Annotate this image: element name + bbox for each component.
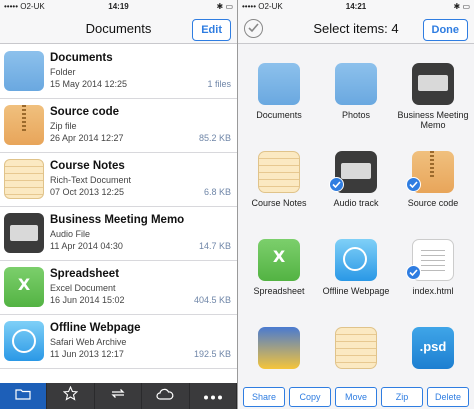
item-name: Business Meeting Memo [50,214,185,226]
folder-icon [258,63,300,105]
item-type: Audio File [50,229,91,239]
grid-item[interactable]: Documents [241,58,317,138]
item-date: 15 May 2014 12:25 [50,79,128,89]
item-type: Folder [50,67,76,77]
grid-item[interactable]: X Spreadsheet [241,234,317,314]
safari-icon [335,239,377,281]
audio-icon [412,63,454,105]
list-item[interactable]: Source code Zip file 26 Apr 2014 12:27 8… [0,99,237,153]
audio-icon [4,213,44,253]
item-type: Rich-Text Document [50,175,132,185]
item-size: 6.8 KB [203,187,231,197]
selected-checkmark-icon [406,265,421,280]
copy-button[interactable]: Copy [289,387,331,407]
share-button[interactable]: Share [243,387,285,407]
grid-item[interactable]: Course Notes [241,146,317,226]
status-bar: ••••• O2-UK 14:19 ✱ ▭ [0,0,237,14]
item-date: 11 Jun 2013 12:17 [50,349,124,359]
item-label: Offline Webpage [322,286,390,296]
item-name: Source code [50,106,120,118]
item-size: 85.2 KB [198,133,231,143]
grid-item[interactable]: index.html [395,234,471,314]
list-item[interactable]: Offline Webpage Safari Web Archive 11 Ju… [0,315,237,369]
item-size: 404.5 KB [193,295,231,305]
folder-icon [335,63,377,105]
item-date: 16 Jun 2014 15:02 [50,295,125,305]
zip-button[interactable]: Zip [381,387,423,407]
cloud-icon [156,387,174,405]
move-button[interactable]: Move [335,387,377,407]
navigation-bar: Documents Edit [0,14,237,44]
item-label: Course Notes [251,198,307,208]
star-icon [62,385,79,406]
item-date: 26 Apr 2014 12:27 [50,133,124,143]
more-icon [203,387,223,405]
documents-list-screen: ••••• O2-UK 14:19 ✱ ▭ Documents Edit Doc… [0,0,237,409]
done-button[interactable]: Done [422,19,468,41]
spreadsheet-icon: X [258,239,300,281]
navigation-bar: Select items: 4 Done [238,14,474,44]
grid-item[interactable]: Business Meeting Memo [395,58,471,138]
item-size: 192.5 KB [193,349,231,359]
list-item[interactable]: X Spreadsheet Excel Document 16 Jun 2014… [0,261,237,315]
psd-label: .psd [419,339,447,354]
item-name: Spreadsheet [50,268,120,280]
tab-sync[interactable] [95,383,143,409]
list-item[interactable]: Documents Folder 15 May 2014 12:25 1 fil… [0,45,237,99]
action-bar: Share Copy Move Zip Delete [238,387,474,409]
item-date: 07 Oct 2013 12:25 [50,187,125,197]
zip-icon [4,105,44,145]
item-label: Audio track [333,198,379,208]
item-size: 14.7 KB [198,241,231,251]
grid-item[interactable]: Source code [395,146,471,226]
photo-icon [258,327,300,369]
status-bar: ••••• O2-UK 14:21 ✱ ▭ [238,0,474,14]
item-name: Course Notes [50,160,125,172]
folder-icon [4,51,44,91]
item-name: Offline Webpage [50,322,141,334]
item-label: Documents [256,110,302,120]
item-type: Safari Web Archive [50,337,127,347]
item-type: Excel Document [50,283,116,293]
grid-item[interactable]: Offline Webpage [318,234,394,314]
item-type: Zip file [50,121,77,131]
item-label: Source code [407,198,459,208]
spreadsheet-icon: X [4,267,44,307]
tab-bar [0,383,237,409]
battery-indicator: ✱ ▭ [453,2,470,11]
item-date: 11 Apr 2014 04:30 [50,241,123,251]
tab-cloud[interactable] [142,383,190,409]
select-items-screen: ••••• O2-UK 14:21 ✱ ▭ Select items: 4 Do… [238,0,474,409]
item-label: Photos [341,110,371,120]
item-size: 1 files [207,79,231,89]
list-item[interactable]: Course Notes Rich-Text Document 07 Oct 2… [0,153,237,207]
tab-more[interactable] [190,383,237,409]
clock: 14:19 [108,2,129,11]
delete-button[interactable]: Delete [427,387,469,407]
selected-checkmark-icon [406,177,421,192]
folder-icon [15,387,31,405]
psd-icon: .psd [412,327,454,369]
clock: 14:21 [345,2,367,11]
battery-indicator: ✱ ▭ [216,2,233,11]
tab-folder[interactable] [0,383,48,409]
notes-icon [258,151,300,193]
list-item[interactable]: Business Meeting Memo Audio File 11 Apr … [0,207,237,261]
item-label: Spreadsheet [253,286,305,296]
edit-button[interactable]: Edit [192,19,231,41]
safari-icon [4,321,44,361]
item-label: index.html [412,286,454,296]
notes-icon [4,159,44,199]
item-label: Business Meeting Memo [397,110,469,130]
grid-item[interactable]: Audio track [318,146,394,226]
notes-icon [335,327,377,369]
sync-icon [110,387,126,405]
grid-item[interactable]: Photos [318,58,394,138]
screenshot-pair: ••••• O2-UK 14:19 ✱ ▭ Documents Edit Doc… [0,0,474,409]
selected-checkmark-icon [329,177,344,192]
tab-star[interactable] [47,383,95,409]
item-name: Documents [50,52,113,64]
document-list: Documents Folder 15 May 2014 12:25 1 fil… [0,45,237,369]
